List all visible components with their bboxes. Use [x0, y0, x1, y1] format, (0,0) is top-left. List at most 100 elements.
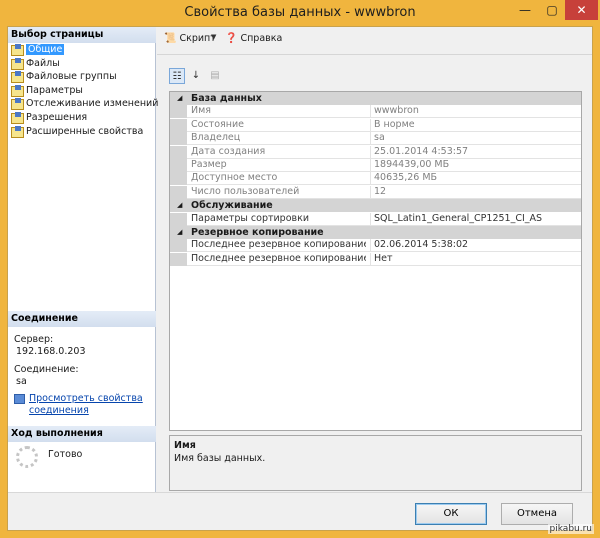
- server-value: 192.168.0.203: [16, 346, 86, 357]
- grid-row-gutter: [170, 118, 187, 132]
- grid-row-gutter: [170, 212, 187, 226]
- grid-row[interactable]: Владелец sa: [170, 132, 581, 146]
- collapse-icon[interactable]: ◢: [177, 199, 182, 212]
- view-connection-properties[interactable]: Просмотреть свойства соединения: [14, 393, 154, 417]
- page-item-label: Файловые группы: [26, 71, 117, 83]
- server-label: Сервер:: [14, 334, 54, 345]
- grid-row[interactable]: Доступное место 40635,26 МБ: [170, 172, 581, 186]
- grid-category[interactable]: ◢ База данных: [170, 92, 581, 105]
- page-icon: [11, 71, 24, 84]
- view-connection-link[interactable]: Просмотреть свойства соединения: [29, 393, 154, 417]
- minimize-button[interactable]: —: [511, 0, 539, 20]
- help-icon: ❓: [225, 33, 238, 44]
- collapse-icon[interactable]: ◢: [177, 226, 182, 239]
- grid-row[interactable]: Состояние В норме: [170, 118, 581, 132]
- grid-row-gutter: [170, 239, 187, 253]
- grid-tools: ☷ ↓ ▤: [169, 68, 226, 84]
- page-icon: [11, 44, 24, 56]
- page-select-header: Выбор страницы: [8, 27, 156, 43]
- grid-row[interactable]: Последнее резервное копирование журн Нет: [170, 252, 581, 266]
- grid-row-gutter: [170, 172, 187, 186]
- grid-row[interactable]: Размер 1894439,00 МБ: [170, 159, 581, 172]
- dialog-client: Выбор страницы Общие Файлы Файловые группы…: [7, 26, 593, 531]
- page-item[interactable]: Файлы: [11, 57, 60, 70]
- right-pane: 📜 Скрипт ▼ ❓ Справка ☷ ↓ ▤ ◢ База данных И…: [157, 27, 592, 492]
- progress-spinner-icon: [16, 446, 38, 468]
- grid-row[interactable]: Дата создания 25.01.2014 4:53:57: [170, 145, 581, 159]
- left-pane: Выбор страницы Общие Файлы Файловые группы…: [8, 27, 158, 492]
- grid-category-label: База данных: [191, 93, 262, 104]
- grid-row-key: Параметры сортировки: [191, 212, 310, 224]
- grid-row-gutter: [170, 145, 187, 159]
- description-panel: Имя Имя базы данных.: [169, 435, 582, 491]
- window: Свойства базы данных - wwwbron — ▢ ✕ Выб…: [0, 0, 600, 538]
- grid-row-value: 1894439,00 МБ: [370, 159, 580, 171]
- page-item-label: Файлы: [26, 57, 60, 69]
- grid-row-value: Нет: [370, 252, 580, 265]
- page-item[interactable]: Разрешения: [11, 111, 87, 124]
- script-dropdown[interactable]: ▼: [211, 33, 219, 41]
- grid-row-key: Доступное место: [191, 172, 278, 184]
- toolbar: 📜 Скрипт ▼ ❓ Справка: [157, 27, 592, 55]
- categorized-icon[interactable]: ☷: [169, 68, 185, 84]
- grid-row[interactable]: Имя wwwbron: [170, 105, 581, 119]
- grid-row-key: Последнее резервное копирование журн: [191, 252, 366, 264]
- progress-header: Ход выполнения: [8, 426, 156, 442]
- grid-row-key: Последнее резервное копирование базы: [191, 239, 366, 251]
- connection-header: Соединение: [8, 311, 156, 327]
- collapse-icon[interactable]: ◢: [177, 92, 182, 105]
- grid-row-gutter: [170, 132, 187, 146]
- grid-row[interactable]: Последнее резервное копирование базы 02.0…: [170, 239, 581, 253]
- page-icon: [11, 98, 24, 111]
- dropdown-arrow-icon: ▼: [211, 33, 217, 41]
- grid-category[interactable]: ◢ Обслуживание: [170, 199, 581, 213]
- grid-row-value: 02.06.2014 5:38:02: [370, 239, 580, 252]
- property-pages-icon[interactable]: ▤: [207, 68, 223, 84]
- page-item[interactable]: Параметры: [11, 84, 83, 97]
- title-bar[interactable]: Свойства базы данных - wwwbron — ▢ ✕: [0, 0, 600, 26]
- description-title: Имя: [174, 440, 196, 451]
- page-item-label: Разрешения: [26, 112, 88, 123]
- grid-row[interactable]: Число пользователей 12: [170, 185, 581, 199]
- description-text: Имя базы данных.: [174, 453, 266, 464]
- grid-row-value: 40635,26 МБ: [370, 172, 580, 185]
- page-item[interactable]: Отслеживание изменений: [11, 97, 158, 111]
- cancel-button[interactable]: Отмена: [501, 503, 573, 525]
- grid-row-key: Владелец: [191, 132, 241, 144]
- grid-row-gutter: [170, 185, 187, 199]
- page-item[interactable]: Общие: [11, 43, 65, 56]
- maximize-button[interactable]: ▢: [539, 0, 565, 20]
- page-icon: [11, 112, 24, 124]
- page-item[interactable]: Файловые группы: [11, 70, 117, 84]
- property-grid: ◢ База данных Имя wwwbron Состояние В норме Вл…: [169, 91, 582, 431]
- script-button[interactable]: 📜 Скрипт: [164, 33, 216, 44]
- page-item-label: Общие: [26, 44, 65, 55]
- page-icon: [11, 84, 24, 97]
- grid-row-gutter: [170, 252, 187, 266]
- script-icon: 📜: [164, 33, 177, 44]
- grid-row-value: 25.01.2014 4:53:57: [370, 145, 580, 158]
- help-button[interactable]: ❓ Справка: [225, 33, 282, 44]
- ok-button[interactable]: ОК: [415, 503, 487, 525]
- grid-row-value: 12: [370, 185, 580, 198]
- grid-row-gutter: [170, 159, 187, 172]
- dialog-footer: ОК Отмена: [8, 492, 592, 530]
- grid-category-label: Резервное копирование: [191, 227, 324, 238]
- page-item-label: Параметры: [26, 84, 83, 96]
- grid-row-key: Размер: [191, 159, 227, 170]
- grid-row-value: sa: [370, 132, 580, 145]
- grid-category[interactable]: ◢ Резервное копирование: [170, 226, 581, 239]
- alphabetical-sort-icon[interactable]: ↓: [188, 68, 204, 84]
- grid-row-key: Дата создания: [191, 145, 266, 157]
- grid-row[interactable]: Параметры сортировки SQL_Latin1_General_C…: [170, 212, 581, 226]
- watermark: pikabu.ru: [547, 524, 594, 534]
- grid-row-value: wwwbron: [370, 105, 580, 118]
- grid-row-value: В норме: [370, 118, 580, 131]
- grid-category-label: Обслуживание: [191, 200, 273, 212]
- grid-row-key: Имя: [191, 105, 211, 117]
- page-item-label: Расширенные свойства: [26, 125, 144, 137]
- help-label: Справка: [240, 33, 283, 44]
- close-button[interactable]: ✕: [565, 0, 598, 20]
- page-item[interactable]: Расширенные свойства: [11, 125, 143, 138]
- connection-label: Соединение:: [14, 364, 79, 375]
